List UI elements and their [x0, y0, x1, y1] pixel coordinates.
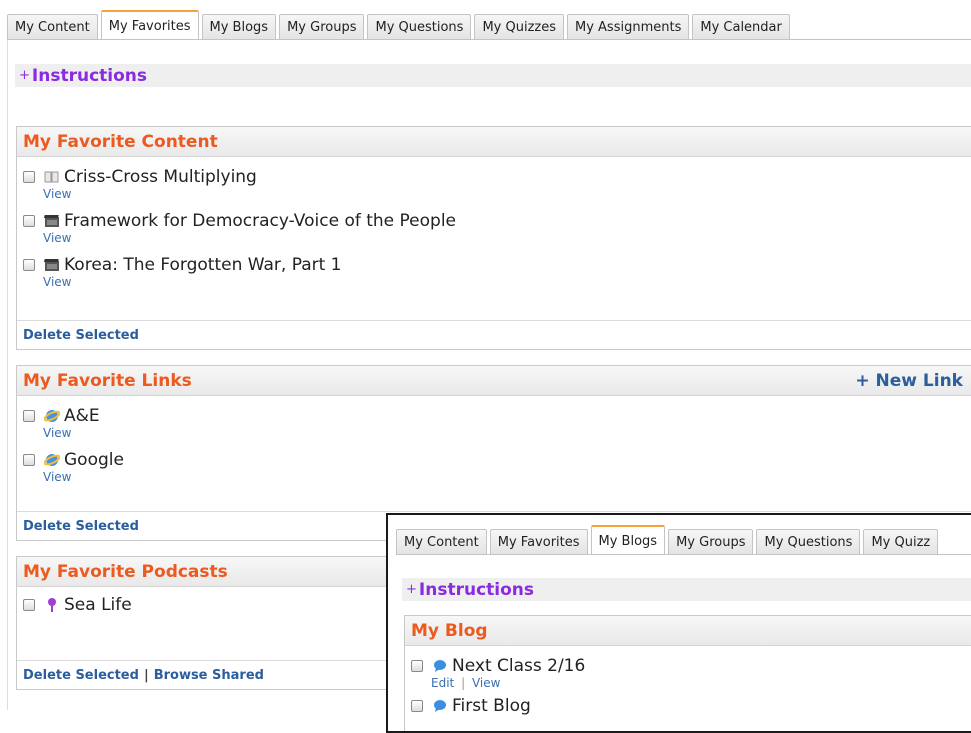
tab-my-groups[interactable]: My Groups [668, 529, 754, 555]
blogs-screenshot-overlay: My Content My Favorites My Blogs My Grou… [386, 513, 971, 733]
tab-my-blogs[interactable]: My Blogs [201, 14, 277, 40]
item-title[interactable]: Korea: The Forgotten War, Part 1 [64, 255, 342, 275]
list-item: A&E View [17, 404, 971, 440]
tab-my-content[interactable]: My Content [7, 14, 98, 40]
delete-selected-button[interactable]: Delete Selected [23, 328, 139, 343]
favorite-content-panel: My Favorite Content Criss-Cross Multiply… [16, 126, 971, 350]
web-globe-icon [43, 408, 61, 424]
footer-separator: | [143, 667, 149, 683]
tab-my-questions[interactable]: My Questions [367, 14, 472, 40]
list-item: Korea: The Forgotten War, Part 1 View [17, 253, 971, 289]
item-title[interactable]: A&E [64, 406, 100, 426]
tab-my-questions[interactable]: My Questions [756, 529, 861, 555]
blog-bubble-icon [431, 658, 449, 674]
item-title[interactable]: Criss-Cross Multiplying [64, 167, 257, 187]
list-item: Framework for Democracy-Voice of the Peo… [17, 209, 971, 245]
item-title[interactable]: First Blog [452, 696, 531, 716]
item-checkbox[interactable] [23, 259, 35, 271]
expand-plus-icon: + [406, 582, 417, 597]
edit-link[interactable]: Edit [431, 676, 454, 690]
item-checkbox[interactable] [411, 700, 423, 712]
item-checkbox[interactable] [411, 660, 423, 672]
link-separator: | [461, 676, 466, 690]
item-checkbox[interactable] [23, 454, 35, 466]
film-icon [43, 213, 61, 229]
tab-my-content[interactable]: My Content [396, 529, 487, 555]
panel-title: My Favorite Content [23, 131, 218, 152]
view-link[interactable]: View [43, 187, 971, 201]
item-checkbox[interactable] [23, 171, 35, 183]
panel-title: My Favorite Links [23, 370, 192, 391]
item-title[interactable]: Framework for Democracy-Voice of the Peo… [64, 211, 456, 231]
web-globe-icon [43, 452, 61, 468]
tab-my-favorites[interactable]: My Favorites [489, 529, 588, 555]
list-item: First Blog [405, 694, 971, 718]
item-title[interactable]: Google [64, 450, 124, 470]
panel-header: My Favorite Links + New Link [17, 366, 971, 396]
delete-selected-button[interactable]: Delete Selected [23, 668, 139, 683]
browse-shared-button[interactable]: Browse Shared [154, 668, 264, 683]
list-item: Next Class 2/16 Edit | View [405, 654, 971, 690]
tab-my-blogs[interactable]: My Blogs [590, 525, 666, 555]
instructions-label: Instructions [31, 65, 147, 86]
new-link-button[interactable]: + New Link [855, 371, 963, 391]
item-checkbox[interactable] [23, 599, 35, 611]
list-item: Criss-Cross Multiplying View [17, 165, 971, 201]
item-checkbox[interactable] [23, 410, 35, 422]
overlay-tab-bar: My Content My Favorites My Blogs My Grou… [396, 525, 941, 555]
my-blog-panel: My Blog Next Class 2/16 Edit | View Firs… [404, 615, 971, 731]
panel-footer: Delete Selected [17, 320, 971, 349]
book-icon [43, 169, 61, 185]
expand-plus-icon: + [19, 68, 30, 83]
panel-title: My Blog [411, 620, 488, 641]
tab-my-favorites[interactable]: My Favorites [100, 10, 199, 40]
delete-selected-button[interactable]: Delete Selected [23, 519, 139, 534]
instructions-toggle[interactable]: + Instructions [15, 64, 971, 87]
list-item: Google View [17, 448, 971, 484]
item-title[interactable]: Sea Life [64, 595, 132, 615]
panel-title: My Favorite Podcasts [23, 561, 228, 582]
item-checkbox[interactable] [23, 215, 35, 227]
main-tab-bar: My Content My Favorites My Blogs My Grou… [7, 10, 793, 40]
view-link[interactable]: View [43, 231, 971, 245]
panel-header: My Blog [405, 616, 971, 646]
view-link[interactable]: View [43, 426, 971, 440]
tab-my-groups[interactable]: My Groups [279, 14, 365, 40]
view-link[interactable]: View [43, 470, 971, 484]
instructions-label: Instructions [418, 579, 534, 600]
item-title[interactable]: Next Class 2/16 [452, 656, 585, 676]
view-link[interactable]: View [472, 676, 500, 690]
podcast-icon [43, 597, 61, 613]
edit-view-links: Edit | View [431, 676, 971, 690]
tab-my-quizzes[interactable]: My Quizz [863, 529, 939, 555]
tab-my-quizzes[interactable]: My Quizzes [474, 14, 564, 40]
tab-my-calendar[interactable]: My Calendar [692, 14, 790, 40]
overlay-tab-baseline [396, 554, 971, 555]
panel-header: My Favorite Content [17, 127, 971, 157]
overlay-instructions-toggle[interactable]: + Instructions [402, 578, 971, 601]
film-icon [43, 257, 61, 273]
tab-my-assignments[interactable]: My Assignments [567, 14, 690, 40]
view-link[interactable]: View [43, 275, 971, 289]
